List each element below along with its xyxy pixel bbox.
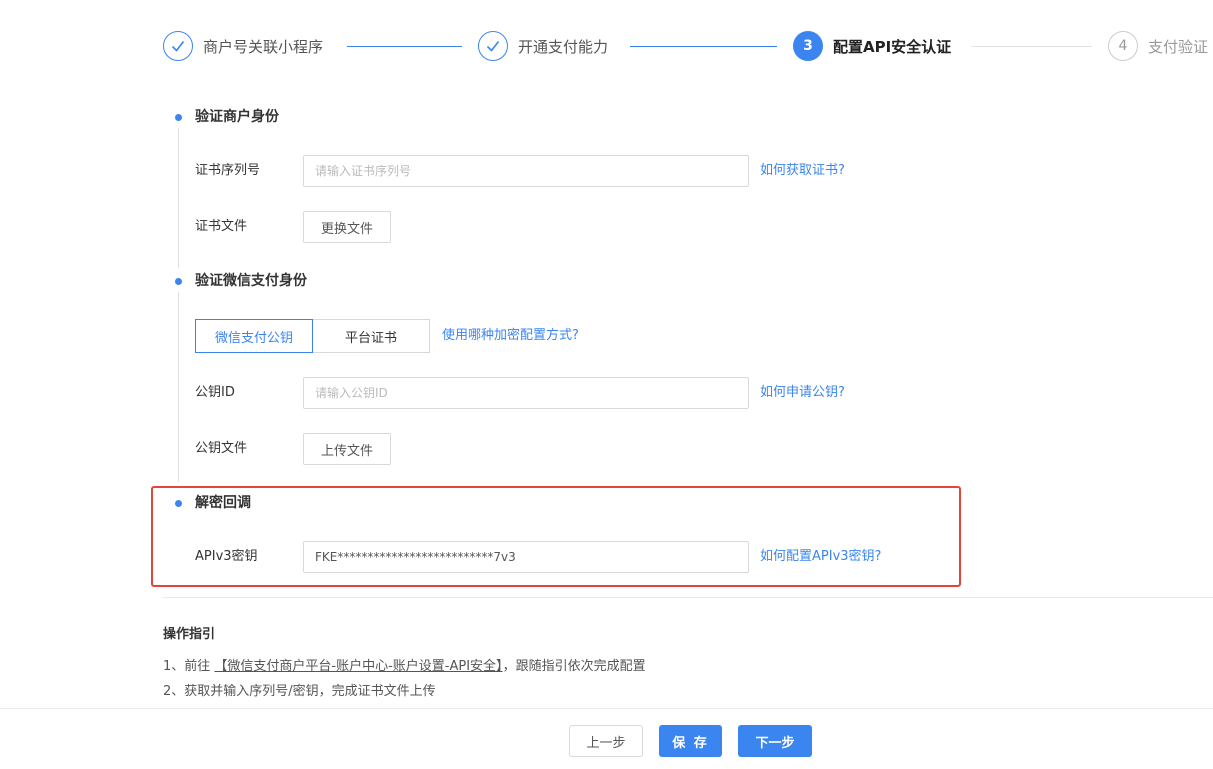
tab-wechat-public-key[interactable]: 微信支付公钥	[195, 319, 313, 353]
upload-file-button[interactable]: 上传文件	[303, 433, 391, 465]
pubkey-id-label: 公钥ID	[195, 385, 235, 400]
step-3-label: 配置API安全认证	[833, 38, 952, 56]
cert-file-label: 证书文件	[195, 219, 248, 234]
replace-file-button[interactable]: 更换文件	[303, 211, 391, 243]
apiv3-key-label: APIv3密钥	[195, 549, 258, 564]
cert-help-link[interactable]: 如何获取证书?	[760, 162, 845, 180]
next-step-button[interactable]: 下一步	[738, 725, 812, 757]
step-4-number: 4	[1108, 31, 1138, 61]
pubkey-help-link[interactable]: 如何申请公钥?	[760, 384, 845, 402]
wechat-section-title: 验证微信支付身份	[195, 273, 307, 289]
step-1-label: 商户号关联小程序	[203, 38, 324, 56]
encryption-help-link[interactable]: 使用哪种加密配置方式?	[442, 327, 579, 345]
save-button[interactable]: 保 存	[659, 725, 722, 757]
step-2-label: 开通支付能力	[518, 38, 609, 56]
timeline-line-1	[178, 128, 179, 268]
step-2-check-icon	[478, 31, 508, 61]
step-connector-1	[347, 46, 462, 47]
step-1-check-icon	[163, 31, 193, 61]
section-divider	[163, 597, 1213, 598]
merchant-platform-link[interactable]: 【微信支付商户平台-账户中心-账户设置-API安全】	[214, 659, 502, 674]
guide-step-1: 1、前往 【微信支付商户平台-账户中心-账户设置-API安全】，跟随指引依次完成…	[163, 657, 646, 677]
previous-step-button[interactable]: 上一步	[569, 725, 643, 757]
apiv3-help-link[interactable]: 如何配置APIv3密钥?	[760, 548, 881, 566]
cert-serial-input[interactable]	[303, 155, 749, 187]
step-connector-3	[971, 46, 1092, 47]
pubkey-file-label: 公钥文件	[195, 441, 248, 456]
tab-platform-certificate[interactable]: 平台证书	[312, 319, 430, 353]
dot-icon	[175, 114, 182, 121]
guide-step-1-prefix: 1、前往	[163, 659, 211, 674]
footer-divider	[0, 708, 1213, 709]
merchant-section-title: 验证商户身份	[195, 109, 279, 125]
guide-step-2: 2、获取并输入序列号/密钥，完成证书文件上传	[163, 684, 436, 699]
step-progress-bar: 商户号关联小程序 开通支付能力 3 配置API安全认证 4 支付验证	[0, 0, 1213, 94]
cert-serial-label: 证书序列号	[195, 163, 261, 178]
step-3-number: 3	[793, 31, 823, 61]
pubkey-id-input[interactable]	[303, 377, 749, 409]
guide-title: 操作指引	[163, 627, 216, 642]
decrypt-section-title: 解密回调	[195, 495, 251, 511]
step-4-label: 支付验证	[1148, 38, 1209, 56]
apiv3-key-input[interactable]	[303, 541, 749, 573]
step-connector-2	[630, 46, 777, 47]
dot-icon	[175, 278, 182, 285]
check-icon	[486, 41, 500, 52]
timeline-line-2	[178, 292, 179, 482]
check-icon	[171, 41, 185, 52]
dot-icon	[175, 500, 182, 507]
guide-step-1-suffix: ，跟随指引依次完成配置	[502, 659, 646, 674]
